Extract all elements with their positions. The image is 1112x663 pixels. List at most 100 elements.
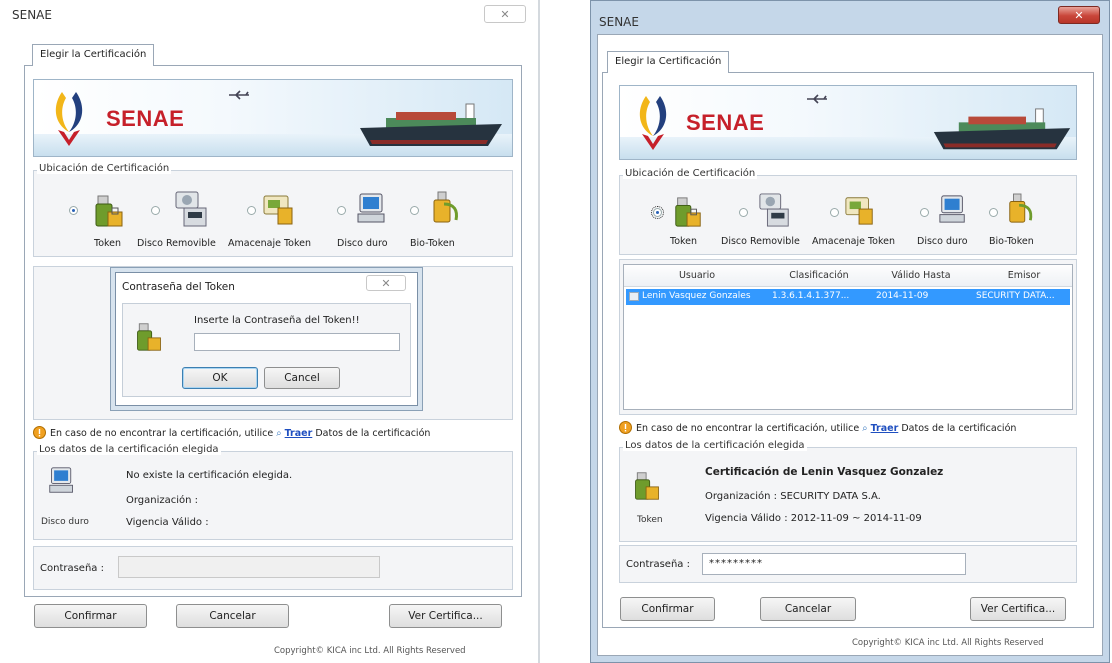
validity-row: Vigencia Válido : 2012-11-09 ~ 2014-11-0… — [705, 513, 922, 524]
dialog-message: Inserte la Contraseña del Token!! — [194, 315, 360, 326]
airplane-icon — [807, 94, 827, 104]
info-suffix: Datos de la certificación — [315, 428, 431, 439]
certificate-table[interactable]: Usuario Clasificación Válido Hasta Emiso… — [623, 264, 1073, 410]
dialog-cancel-button[interactable]: Cancel — [264, 367, 340, 389]
senae-banner: SENAE — [33, 79, 513, 157]
removable-disk-icon — [759, 193, 789, 227]
hard-disk-computer-icon — [939, 195, 965, 223]
senae-banner: SENAE — [619, 85, 1077, 160]
cargo-ship-icon — [360, 103, 502, 146]
option-label-token: Token — [670, 236, 698, 247]
close-button[interactable]: ✕ — [484, 5, 526, 23]
info-line: En caso de no encontrar la certificación… — [636, 423, 1016, 434]
cell-valido-hasta: 2014-11-09 — [876, 291, 929, 301]
validity-row: Vigencia Válido : — [126, 517, 209, 528]
option-label-token-storage: Amacenaje Token — [812, 236, 896, 247]
confirm-button[interactable]: Confirmar — [34, 604, 147, 628]
organization-value: SECURITY DATA S.A. — [780, 491, 881, 502]
token-storage-icon — [263, 195, 293, 225]
table-header: Usuario Clasificación Válido Hasta Emiso… — [624, 265, 1072, 287]
column-header-valido-hasta[interactable]: Válido Hasta — [868, 270, 974, 281]
traer-link[interactable]: Traer — [871, 423, 899, 434]
radio-removable-disk[interactable] — [739, 208, 748, 217]
radio-token[interactable] — [651, 206, 664, 219]
cert-title: No existe la certificación elegida. — [126, 470, 293, 481]
option-label-bio-token: Bio-Token — [989, 236, 1034, 247]
view-cert-button[interactable]: Ver Certifica... — [970, 597, 1066, 621]
cargo-ship-icon — [933, 108, 1071, 150]
senae-logo-icon — [639, 96, 667, 150]
info-suffix: Datos de la certificación — [901, 423, 1017, 434]
option-label-token: Token — [94, 238, 122, 249]
search-icon: ⌕ — [276, 428, 282, 439]
senae-brand-text: SENAE — [106, 106, 185, 131]
senae-logo-icon — [55, 92, 83, 146]
radio-token-storage[interactable] — [247, 206, 256, 215]
copyright-text: Copyright© KICA inc Ltd. All Rights Rese… — [274, 646, 466, 656]
cell-usuario: Lenin Vasquez Gonzales — [642, 291, 751, 301]
cert-title: Certificación de Lenin Vasquez Gonzalez — [705, 466, 944, 478]
info-line: En caso de no encontrar la certificación… — [50, 428, 430, 439]
radio-bio-token[interactable] — [989, 208, 998, 217]
selected-cert-group — [33, 451, 513, 540]
radio-token[interactable] — [69, 206, 78, 215]
tab-label: Elegir la Certificación — [40, 49, 147, 60]
cancel-button[interactable]: Cancelar — [176, 604, 289, 628]
location-group-label: Ubicación de Certificación — [623, 168, 758, 179]
password-value: ********* — [709, 558, 763, 569]
option-label-bio-token: Bio-Token — [410, 238, 455, 249]
selected-cert-group-label: Los datos de la certificación elegida — [37, 444, 221, 455]
traer-link[interactable]: Traer — [285, 428, 313, 439]
dialog-title: Contraseña del Token — [122, 281, 235, 293]
token-password-input[interactable] — [194, 333, 400, 351]
cell-emisor: SECURITY DATA... — [976, 291, 1055, 301]
radio-token-storage[interactable] — [830, 208, 839, 217]
option-label-removable-disk: Disco Removible — [721, 236, 800, 247]
organization-label: Organización : — [126, 495, 199, 506]
organization-row: Organización : SECURITY DATA S.A. — [705, 491, 881, 502]
info-icon — [33, 426, 46, 439]
search-icon: ⌕ — [862, 423, 868, 434]
dialog-close-button[interactable]: ✕ — [366, 275, 406, 291]
cancel-button[interactable]: Cancelar — [760, 597, 856, 621]
dialog-ok-button[interactable]: OK — [182, 367, 258, 389]
organization-row: Organización : — [126, 495, 198, 506]
table-row[interactable]: Lenin Vasquez Gonzales 1.3.6.1.4.1.377..… — [626, 289, 1070, 305]
hard-disk-computer-icon — [357, 193, 385, 223]
info-icon — [619, 421, 632, 434]
token-storage-icon — [845, 197, 873, 225]
senae-brand-text: SENAE — [686, 110, 765, 135]
tab-elegir-certificacion[interactable]: Elegir la Certificación — [32, 44, 155, 66]
confirm-button[interactable]: Confirmar — [620, 597, 715, 621]
radio-bio-token[interactable] — [410, 206, 419, 215]
bio-token-icon — [433, 191, 458, 223]
view-cert-button[interactable]: Ver Certifica... — [389, 604, 502, 628]
close-icon: ✕ — [500, 7, 510, 21]
copyright-text: Copyright© KICA inc Ltd. All Rights Rese… — [852, 638, 1044, 648]
usb-token-icon — [635, 472, 659, 500]
cell-clasificacion: 1.3.6.1.4.1.377... — [772, 291, 850, 301]
window-title: SENAE — [12, 8, 52, 22]
token-password-dialog: Contraseña del Token ✕ Inserte la Contra… — [115, 272, 418, 406]
password-input[interactable]: ********* — [702, 553, 966, 575]
tab-label: Elegir la Certificación — [615, 56, 722, 67]
close-button[interactable]: ✕ — [1058, 6, 1100, 24]
radio-hard-disk[interactable] — [920, 208, 929, 217]
radio-hard-disk[interactable] — [337, 206, 346, 215]
left-window: SENAE ✕ Elegir la Certificación SENAE Ub… — [0, 0, 540, 663]
hard-disk-computer-icon — [49, 467, 73, 493]
option-label-hard-disk: Disco duro — [337, 238, 388, 249]
close-icon: ✕ — [381, 276, 391, 290]
usb-token-icon — [95, 195, 123, 227]
usb-token-icon — [675, 197, 701, 227]
column-header-clasificacion[interactable]: Clasificación — [770, 270, 868, 281]
password-label: Contraseña : — [40, 563, 104, 574]
column-header-emisor[interactable]: Emisor — [974, 270, 1072, 281]
option-label-hard-disk: Disco duro — [917, 236, 968, 247]
column-header-usuario[interactable]: Usuario — [624, 270, 770, 281]
tab-elegir-certificacion[interactable]: Elegir la Certificación — [607, 51, 730, 73]
bio-token-icon — [1009, 193, 1033, 223]
right-window: SENAE ✕ Elegir la Certificación SENAE Ub… — [590, 0, 1110, 663]
radio-removable-disk[interactable] — [151, 206, 160, 215]
password-input[interactable] — [118, 556, 380, 578]
